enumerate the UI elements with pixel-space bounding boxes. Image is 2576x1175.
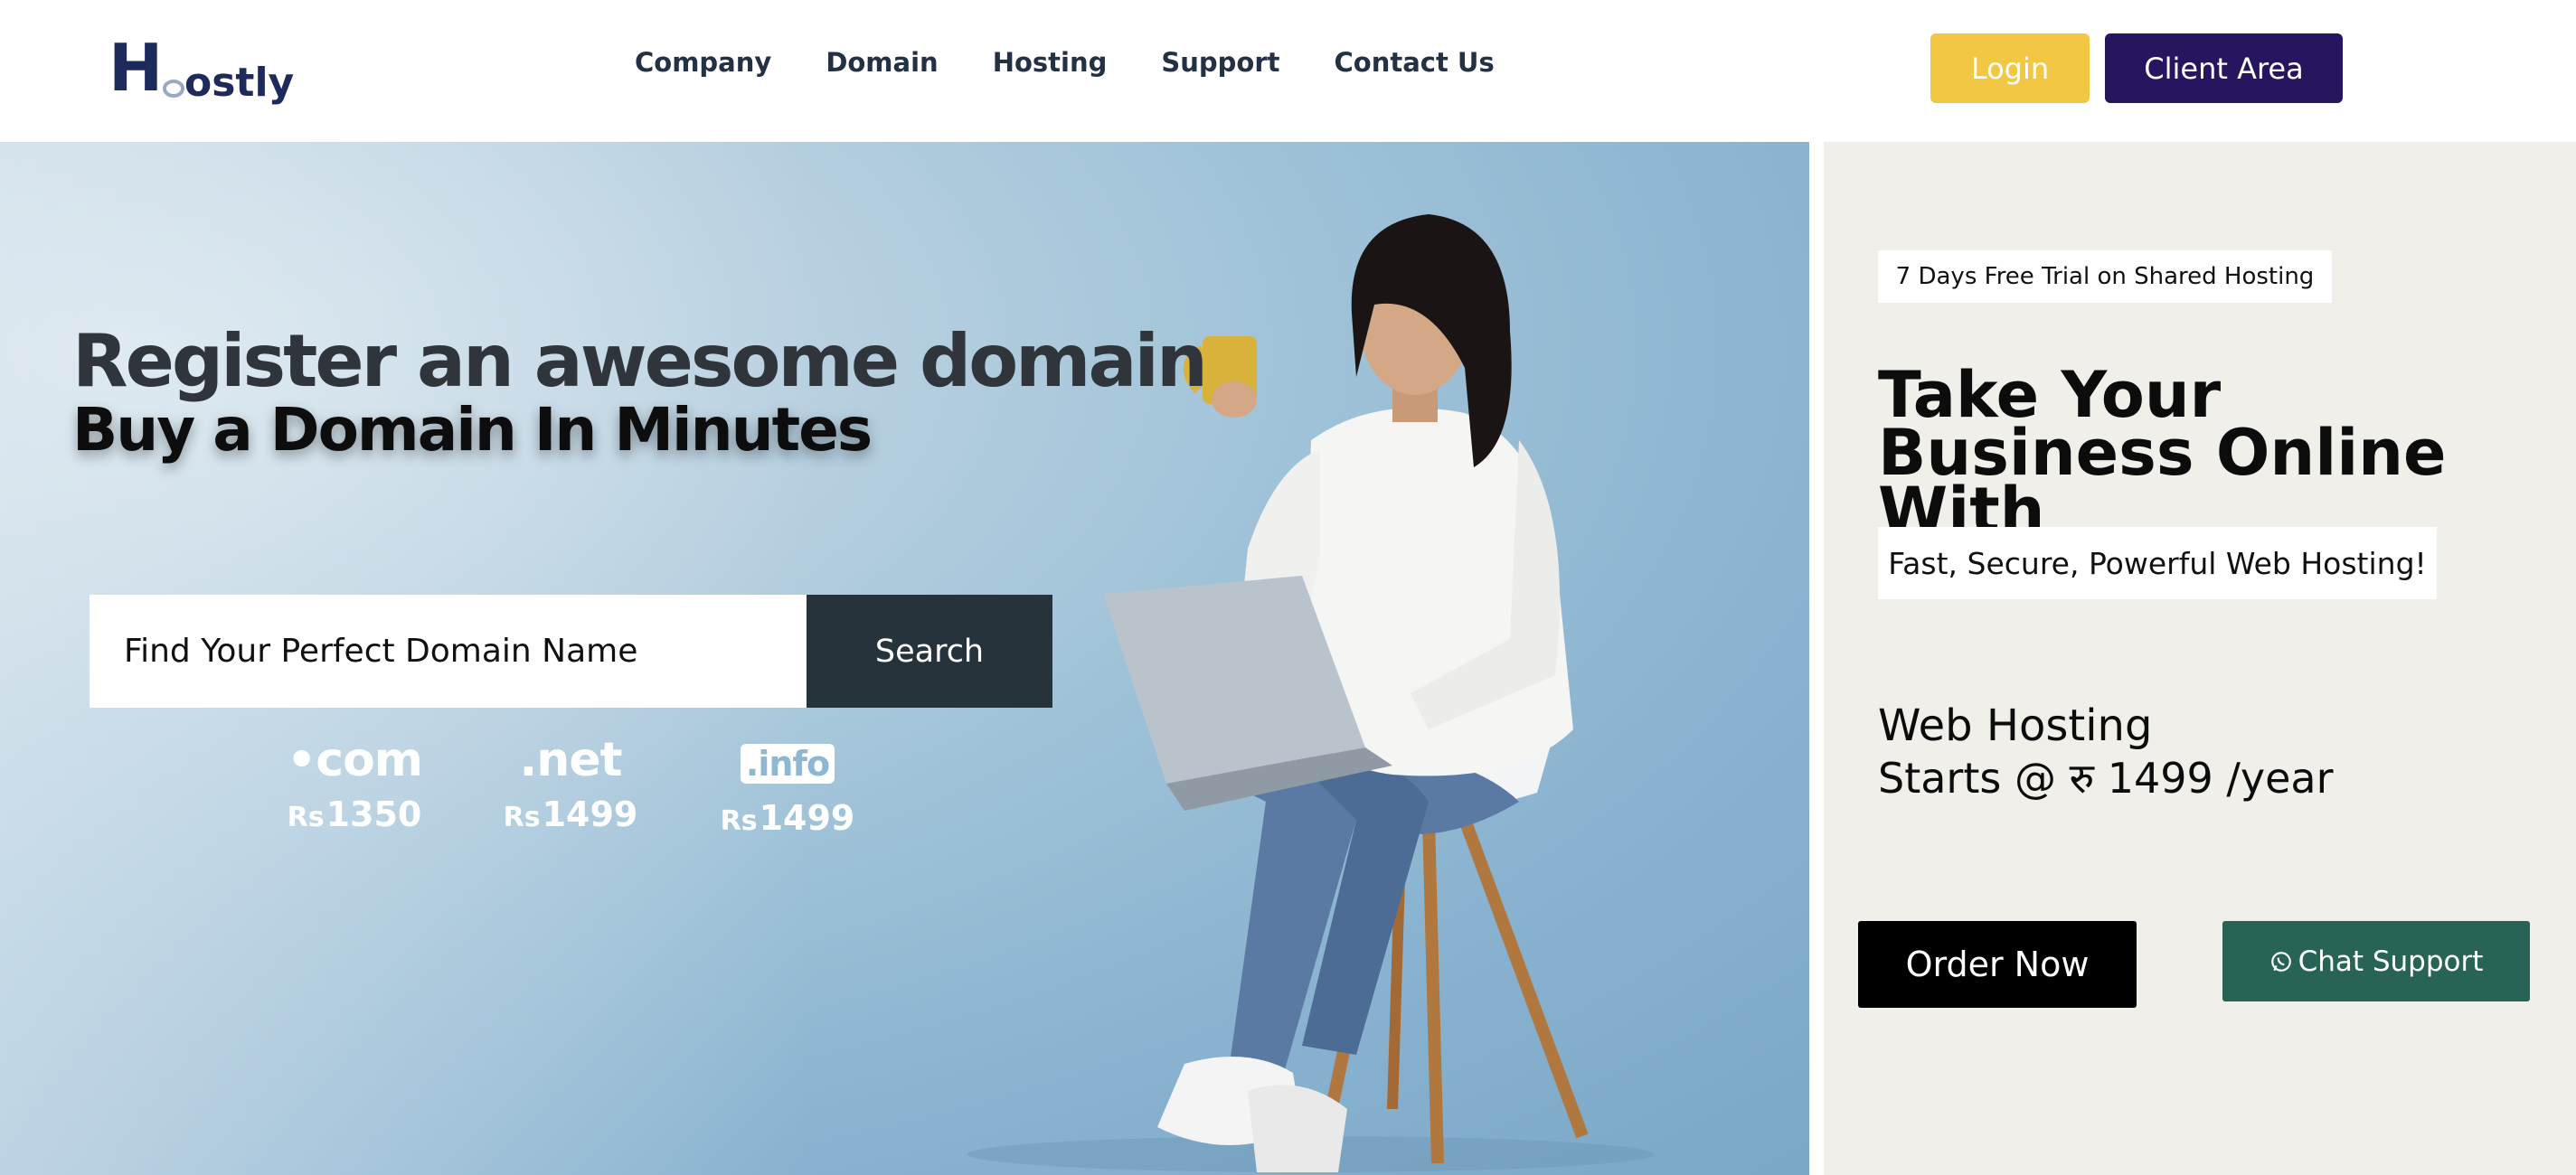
currency-label: Rs: [503, 802, 541, 833]
nav-contact-us[interactable]: Contact Us: [1335, 47, 1495, 78]
order-now-button[interactable]: Order Now: [1858, 921, 2137, 1008]
domain-search-input[interactable]: [90, 595, 807, 708]
tld-name: •com: [287, 733, 423, 787]
svg-text:H: H: [109, 34, 163, 106]
price-value: 1499: [759, 798, 855, 838]
hero-subheadline: Buy a Domain In Minutes: [72, 395, 873, 465]
tld-price: Rs1499: [706, 798, 869, 838]
tld-com: •com Rs1350: [273, 735, 436, 834]
panel-divider: [1809, 142, 1824, 1175]
main-nav: Company Domain Hosting Support Contact U…: [635, 47, 1549, 78]
site-header: H ostly Company Domain Hosting Support C…: [0, 0, 2576, 141]
chat-support-label: Chat Support: [2298, 945, 2484, 978]
tld-price: Rs1350: [273, 794, 436, 834]
promo-title: Take Your Business Online With: [1878, 358, 2447, 548]
svg-text:ostly: ostly: [184, 60, 294, 106]
login-button[interactable]: Login: [1930, 33, 2090, 103]
tld-name: .info: [706, 735, 869, 789]
free-trial-badge: 7 Days Free Trial on Shared Hosting: [1878, 250, 2332, 303]
nav-hosting[interactable]: Hosting: [993, 47, 1108, 78]
hero-section: Register an awesome domain Buy a Domain …: [0, 142, 1809, 1175]
hosting-promo-panel: 7 Days Free Trial on Shared Hosting Take…: [1824, 142, 2576, 1175]
tld-info: .info Rs1499: [706, 735, 869, 838]
nav-company[interactable]: Company: [635, 47, 771, 78]
domain-search-form: Search: [90, 595, 1052, 708]
currency-label: Rs: [287, 802, 325, 833]
tld-info-badge: .info: [740, 744, 835, 784]
price-value: 1350: [326, 794, 422, 834]
whatsapp-icon: [2270, 951, 2291, 972]
web-hosting-title: Web Hosting: [1878, 700, 2153, 751]
nav-support[interactable]: Support: [1161, 47, 1279, 78]
web-hosting-price: Starts @ रु 1499 /year: [1878, 754, 2334, 803]
nav-domain[interactable]: Domain: [826, 47, 938, 78]
promo-tagline: Fast, Secure, Powerful Web Hosting!: [1878, 527, 2437, 599]
hoostly-logo[interactable]: H ostly: [109, 34, 298, 107]
tld-name: .net: [519, 733, 623, 787]
hero-headline: Register an awesome domain: [72, 319, 1208, 403]
tld-net: .net Rs1499: [489, 735, 652, 834]
search-button[interactable]: Search: [807, 595, 1052, 708]
currency-label: Rs: [720, 805, 758, 837]
chat-support-button[interactable]: Chat Support: [2222, 921, 2530, 1001]
tld-price: Rs1499: [489, 794, 652, 834]
client-area-button[interactable]: Client Area: [2105, 33, 2343, 103]
price-value: 1499: [542, 794, 638, 834]
